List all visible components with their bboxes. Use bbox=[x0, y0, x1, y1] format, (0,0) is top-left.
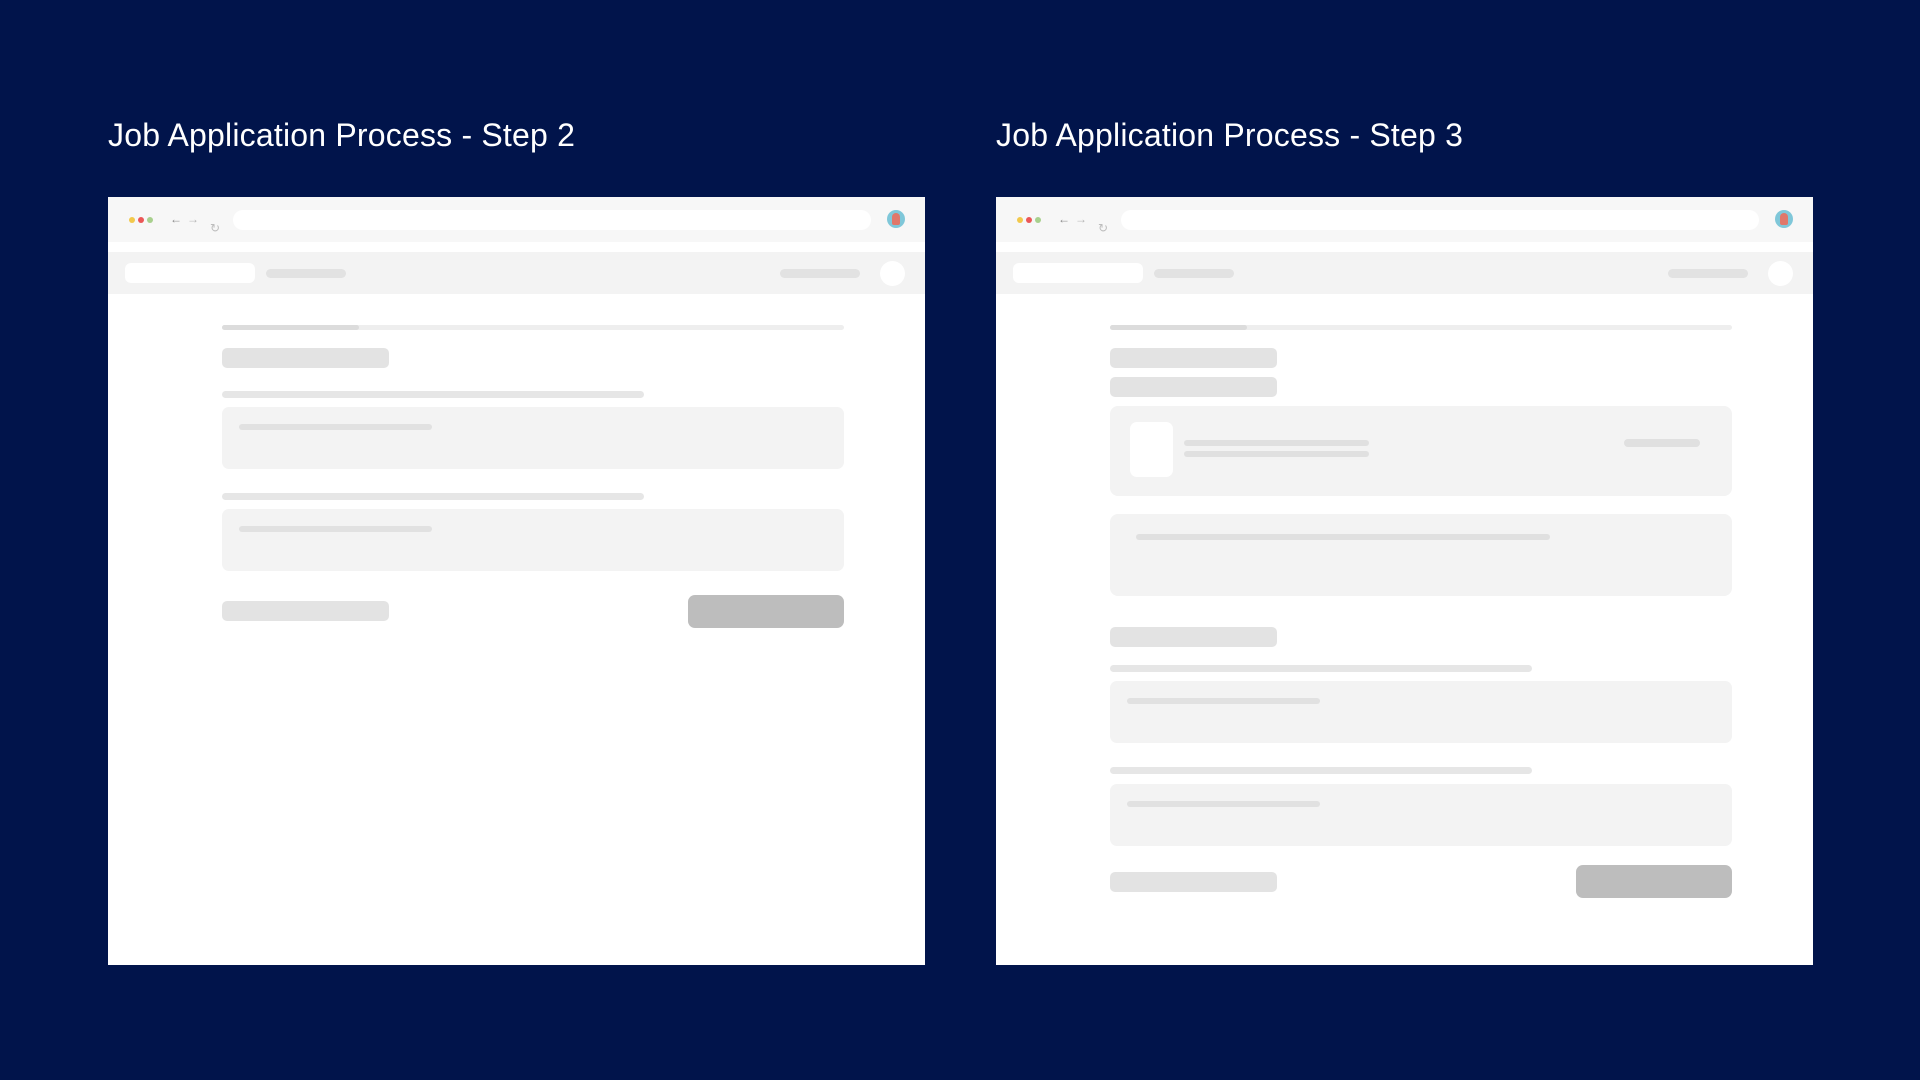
profile-avatar-icon[interactable] bbox=[887, 210, 905, 228]
text-area-placeholder[interactable] bbox=[1110, 514, 1732, 596]
file-detail-placeholder bbox=[1184, 451, 1369, 457]
form-content bbox=[1110, 197, 1732, 965]
continue-button-placeholder[interactable] bbox=[688, 595, 844, 628]
progress-fill bbox=[1110, 325, 1247, 330]
panel-title-step-2: Job Application Process - Step 2 bbox=[108, 117, 576, 153]
text-field-placeholder[interactable] bbox=[1110, 784, 1732, 846]
field-label-placeholder bbox=[1110, 665, 1532, 672]
header-user-avatar[interactable] bbox=[880, 261, 905, 286]
field-value-placeholder bbox=[239, 526, 432, 532]
form-heading-placeholder bbox=[222, 348, 389, 368]
back-button-placeholder[interactable] bbox=[1110, 872, 1277, 892]
arrow-left-icon[interactable]: ← bbox=[170, 213, 182, 225]
field-label-placeholder bbox=[1110, 767, 1532, 774]
reload-icon[interactable]: ↻ bbox=[210, 222, 220, 234]
text-area-line-placeholder bbox=[1136, 534, 1550, 540]
text-field-placeholder[interactable] bbox=[1110, 681, 1732, 743]
section-heading-placeholder bbox=[1110, 627, 1277, 647]
arrow-right-icon[interactable]: → bbox=[1075, 213, 1087, 225]
field-value-placeholder bbox=[1127, 801, 1320, 807]
file-name-placeholder bbox=[1184, 440, 1369, 446]
field-label-placeholder bbox=[222, 391, 644, 398]
reload-icon[interactable]: ↻ bbox=[1098, 222, 1108, 234]
text-field-placeholder[interactable] bbox=[222, 509, 844, 571]
field-value-placeholder bbox=[1127, 698, 1320, 704]
profile-avatar-icon[interactable] bbox=[1775, 210, 1793, 228]
text-field-placeholder[interactable] bbox=[222, 407, 844, 469]
arrow-right-icon[interactable]: → bbox=[187, 213, 199, 225]
uploaded-file-card[interactable] bbox=[1110, 406, 1732, 496]
progress-fill bbox=[222, 325, 359, 330]
progress-bar bbox=[222, 325, 844, 330]
field-label-placeholder bbox=[222, 493, 644, 500]
form-content bbox=[222, 197, 844, 965]
window-close-dot[interactable] bbox=[1026, 217, 1032, 223]
window-minimize-dot[interactable] bbox=[1017, 217, 1023, 223]
panel-title-step-3: Job Application Process - Step 3 bbox=[996, 117, 1464, 153]
file-action-placeholder[interactable] bbox=[1624, 439, 1700, 447]
browser-window-step-3: ← → ↻ bbox=[996, 197, 1813, 965]
window-maximize-dot[interactable] bbox=[147, 217, 153, 223]
arrow-left-icon[interactable]: ← bbox=[1058, 213, 1070, 225]
progress-bar bbox=[1110, 325, 1732, 330]
browser-window-step-2: ← → ↻ bbox=[108, 197, 925, 965]
form-heading-placeholder bbox=[1110, 348, 1277, 368]
field-value-placeholder bbox=[239, 424, 432, 430]
back-button-placeholder[interactable] bbox=[222, 601, 389, 621]
window-maximize-dot[interactable] bbox=[1035, 217, 1041, 223]
continue-button-placeholder[interactable] bbox=[1576, 865, 1732, 898]
header-user-avatar[interactable] bbox=[1768, 261, 1793, 286]
form-subheading-placeholder bbox=[1110, 377, 1277, 397]
window-close-dot[interactable] bbox=[138, 217, 144, 223]
file-thumbnail bbox=[1130, 422, 1173, 477]
window-minimize-dot[interactable] bbox=[129, 217, 135, 223]
